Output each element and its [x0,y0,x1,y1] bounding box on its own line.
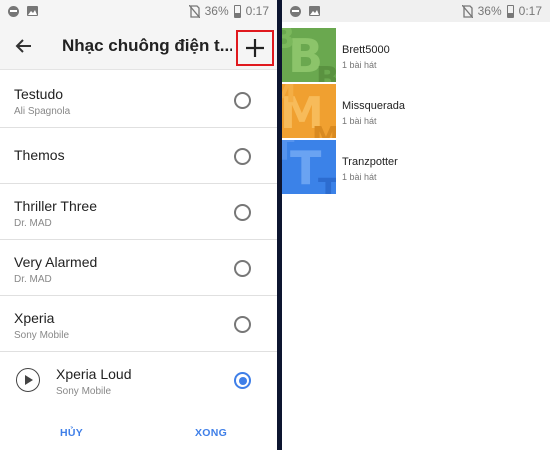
album-art-thumbnail: M M M [282,84,336,138]
album-item[interactable]: B B B Brett5000 1 bài hát [282,28,550,82]
album-name: Missquerada [342,100,405,112]
no-sim-icon [461,4,474,18]
do-not-disturb-icon [8,5,19,17]
ringtone-artist: Sony Mobile [56,386,112,397]
battery-percent: 36% [477,4,502,18]
arrow-back-icon [15,38,31,53]
svg-text:T: T [282,140,295,168]
list-item[interactable]: Thriller Three Dr. MAD [0,184,277,240]
ringtone-name: Themos [14,147,65,163]
list-item[interactable]: Testudo Ali Spagnola [0,72,277,128]
cancel-button[interactable]: HỦY [60,427,83,439]
album-item[interactable]: M M M Missquerada 1 bài hát [282,84,550,138]
svg-text:T: T [318,173,336,194]
list-item[interactable]: Xperia Sony Mobile [0,296,277,352]
page-title: Nhạc chuông điện t... [62,35,232,55]
ringtone-artist: Ali Spagnola [14,106,71,117]
ringtone-artist: Dr. MAD [14,274,52,285]
album-song-count: 1 bài hát [342,172,377,182]
svg-text:B: B [316,61,336,82]
radio-button[interactable] [234,260,251,277]
radio-button[interactable] [234,316,251,333]
image-notification-icon [27,6,38,16]
clock: 0:17 [245,4,269,18]
album-name: Brett5000 [342,44,390,56]
ringtone-picker-screen: 36% 0:17 Nhạc chuông điện t... Testudo A… [0,0,277,450]
add-ringtone-button[interactable] [236,30,274,66]
ringtone-name: Testudo [14,86,64,102]
album-list-screen: 36% 0:17 B B B Brett5000 1 bài hát M M M… [282,0,550,450]
ringtone-artist: Sony Mobile [14,330,70,341]
clock: 0:17 [518,4,542,18]
status-bar: 36% 0:17 [282,0,550,22]
plus-icon [246,39,264,57]
svg-text:M: M [312,120,336,138]
album-art-thumbnail: T T T [282,140,336,194]
do-not-disturb-icon [290,5,301,17]
battery-icon [233,4,241,18]
no-sim-icon [188,4,201,18]
status-bar: 36% 0:17 [0,0,277,22]
radio-button-selected[interactable] [234,372,251,389]
battery-icon [506,4,514,18]
ringtone-name: Very Alarmed [14,254,98,270]
album-item[interactable]: T T T Tranzpotter 1 bài hát [282,140,550,194]
album-art-thumbnail: B B B [282,28,336,82]
back-button[interactable] [0,22,48,70]
ringtone-artist: Dr. MAD [14,218,52,229]
album-song-count: 1 bài hát [342,60,377,70]
ringtone-name: Thriller Three [14,198,97,214]
image-notification-icon [309,6,320,16]
svg-text:B: B [282,28,295,56]
done-button[interactable]: XONG [195,427,227,439]
battery-percent: 36% [204,4,229,18]
svg-text:M: M [282,84,296,109]
play-icon[interactable] [16,368,40,392]
ringtone-name: Xperia [14,310,55,326]
list-item[interactable]: Xperia Loud Sony Mobile [0,352,277,408]
list-item[interactable]: Themos [0,128,277,184]
radio-button[interactable] [234,148,251,165]
album-song-count: 1 bài hát [342,116,377,126]
list-item[interactable]: Very Alarmed Dr. MAD [0,240,277,296]
radio-button[interactable] [234,204,251,221]
app-bar: Nhạc chuông điện t... [0,22,277,70]
radio-button[interactable] [234,92,251,109]
ringtone-name: Xperia Loud [56,366,132,382]
album-name: Tranzpotter [342,156,398,168]
